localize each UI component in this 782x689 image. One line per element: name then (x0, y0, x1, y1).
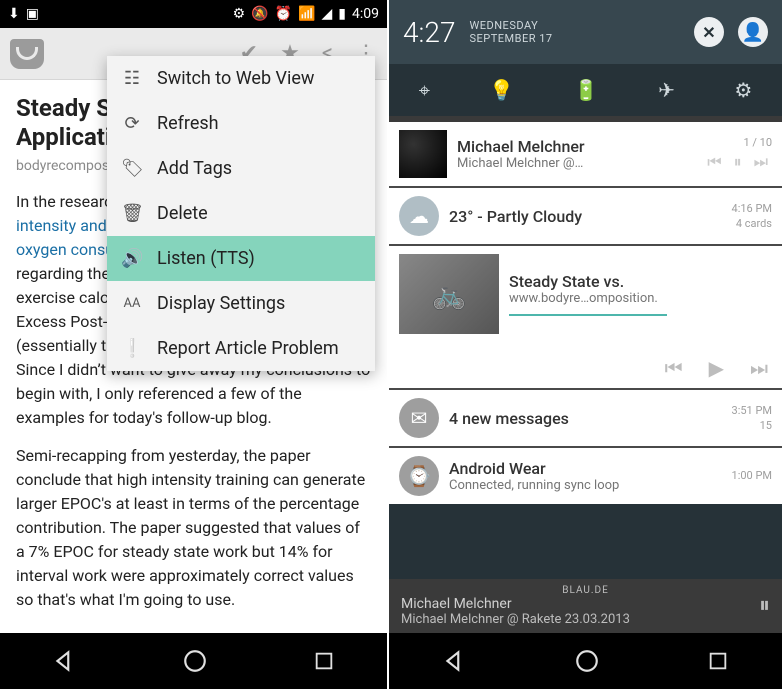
notification-shade: 4:27 WEDNESDAY SEPTEMBER 17 ✕ 👤 ⌖ 💡 🔋 ✈ … (389, 0, 782, 689)
menu-item-label: Add Tags (157, 158, 232, 179)
phone-left: ⬇ ▣ ⚙ 🔕 ⏰ 📶 ◢ ▮ 4:09 ✔ ★ < ⋮ Steady Stat… (0, 0, 389, 689)
notif-subtitle: www.bodyre…omposition. (509, 291, 772, 306)
notif-title: 23° - Partly Cloudy (449, 207, 722, 226)
silent-icon: 🔕 (251, 6, 268, 22)
article-thumb: 🚲 (399, 254, 499, 334)
watch-icon: ⌚ (399, 456, 439, 496)
wifi-icon: 📶 (298, 6, 315, 22)
menu-item-label: Switch to Web View (157, 68, 314, 89)
notif-meta: 4 cards (732, 216, 772, 231)
nav-bar (389, 633, 782, 689)
notification-list: Michael Melchner Michael Melchner @… 1 /… (389, 122, 782, 504)
alarm-icon: ⏰ (275, 6, 292, 22)
notif-time: 3:51 PM (732, 403, 772, 418)
shade-time: 4:27 (403, 16, 455, 49)
bluetooth-icon[interactable]: ⚙ (734, 78, 752, 102)
menu-display-settings[interactable]: AA Display Settings (107, 281, 375, 326)
menu-report-problem[interactable]: ❕ Report Article Problem (107, 326, 375, 371)
album-art-icon (399, 130, 447, 178)
menu-add-tags[interactable]: 🏷 Add Tags (107, 146, 375, 191)
media-controls[interactable]: ⏮ ⏸ ⏭ (707, 151, 772, 173)
speaker-icon: 🔊 (121, 248, 143, 269)
notif-mail[interactable]: ✉ 4 new messages 3:51 PM 15 (389, 390, 782, 446)
nav-back-icon[interactable] (442, 648, 468, 674)
mail-icon: ✉ (399, 398, 439, 438)
shade-header: 4:27 WEDNESDAY SEPTEMBER 17 ✕ 👤 (389, 0, 782, 64)
battery-icon[interactable]: 🔋 (574, 78, 599, 102)
close-icon[interactable]: ✕ (694, 17, 724, 47)
tag-icon: 🏷 (121, 158, 143, 179)
menu-item-label: Refresh (157, 113, 219, 134)
shade-day: WEDNESDAY (469, 19, 552, 32)
nav-recents-icon[interactable] (707, 650, 729, 672)
notif-title: Steady State vs. (509, 272, 772, 291)
download-icon: ⬇ (8, 6, 20, 22)
notif-subtitle: Connected, running sync loop (449, 478, 722, 493)
nav-home-icon[interactable] (574, 648, 600, 674)
cloud-icon: ☁ (399, 196, 439, 236)
menu-switch-web-view[interactable]: ☷ Switch to Web View (107, 56, 375, 101)
shade-date: SEPTEMBER 17 (469, 32, 552, 45)
menu-refresh[interactable]: ⟳ Refresh (107, 101, 375, 146)
notif-time: 4:16 PM (732, 201, 772, 216)
progress-bar (509, 314, 667, 316)
nav-recents-icon[interactable] (313, 650, 335, 672)
notif-weather[interactable]: ☁ 23° - Partly Cloudy 4:16 PM 4 cards (389, 188, 782, 244)
clock-text: 4:09 (352, 6, 379, 22)
notif-title: Michael Melchner (457, 137, 697, 156)
play-icon[interactable]: ▶ (709, 356, 724, 380)
trash-icon: 🗑 (121, 203, 143, 224)
menu-item-label: Report Article Problem (157, 338, 339, 359)
refresh-icon: ⟳ (121, 113, 143, 134)
notif-title: Android Wear (449, 459, 722, 478)
nav-home-icon[interactable] (182, 648, 208, 674)
notif-title: 4 new messages (449, 409, 722, 428)
web-view-icon: ☷ (121, 68, 143, 89)
profile-icon[interactable]: 👤 (738, 17, 768, 47)
text-size-icon: AA (121, 296, 143, 311)
tts-controls: ⏮ ▶ ⏭ (389, 352, 782, 388)
app-icon: ▣ (26, 6, 39, 22)
track-count: 1 / 10 (707, 135, 772, 150)
menu-item-label: Display Settings (157, 293, 285, 314)
status-bar: ⬇ ▣ ⚙ 🔕 ⏰ 📶 ◢ ▮ 4:09 (0, 0, 387, 28)
pause-icon[interactable]: ⏸ (759, 593, 770, 618)
notif-article[interactable]: 🚲 Steady State vs. www.bodyre…omposition… (389, 246, 782, 388)
nav-bar (0, 633, 387, 689)
notif-meta: 15 (732, 418, 772, 433)
nav-back-icon[interactable] (52, 648, 78, 674)
notif-music[interactable]: Michael Melchner Michael Melchner @… 1 /… (389, 122, 782, 186)
notif-wear[interactable]: ⌚ Android Wear Connected, running sync l… (389, 448, 782, 504)
article-paragraph: Semi-recapping from yesterday, the paper… (16, 444, 371, 612)
bulb-icon[interactable]: 💡 (489, 78, 514, 102)
signal-icon: ◢ (322, 6, 333, 22)
phone-right: 4:27 WEDNESDAY SEPTEMBER 17 ✕ 👤 ⌖ 💡 🔋 ✈ … (389, 0, 782, 689)
menu-item-label: Listen (TTS) (157, 248, 255, 269)
menu-item-label: Delete (157, 203, 208, 224)
overflow-menu: ☷ Switch to Web View ⟳ Refresh 🏷 Add Tag… (107, 56, 375, 371)
menu-listen-tts[interactable]: 🔊 Listen (TTS) (107, 236, 375, 281)
airplane-icon[interactable]: ✈ (658, 78, 675, 102)
quick-settings: ⌖ 💡 🔋 ✈ ⚙ (389, 64, 782, 116)
notif-subtitle: Michael Melchner @… (457, 156, 697, 171)
prev-icon[interactable]: ⏮ (665, 356, 683, 380)
battery-icon: ▮ (338, 6, 346, 22)
notif-time: 1:00 PM (732, 468, 772, 483)
menu-delete[interactable]: 🗑 Delete (107, 191, 375, 236)
location-icon[interactable]: ⌖ (419, 78, 430, 102)
pocket-app-icon[interactable] (10, 39, 44, 69)
next-icon[interactable]: ⏭ (750, 356, 768, 380)
alert-icon: ❕ (121, 338, 143, 359)
behind-notif-bottom: BLAU.DE Michael Melchner Michael Melchne… (389, 579, 782, 633)
bluetooth-icon: ⚙ (233, 6, 246, 22)
